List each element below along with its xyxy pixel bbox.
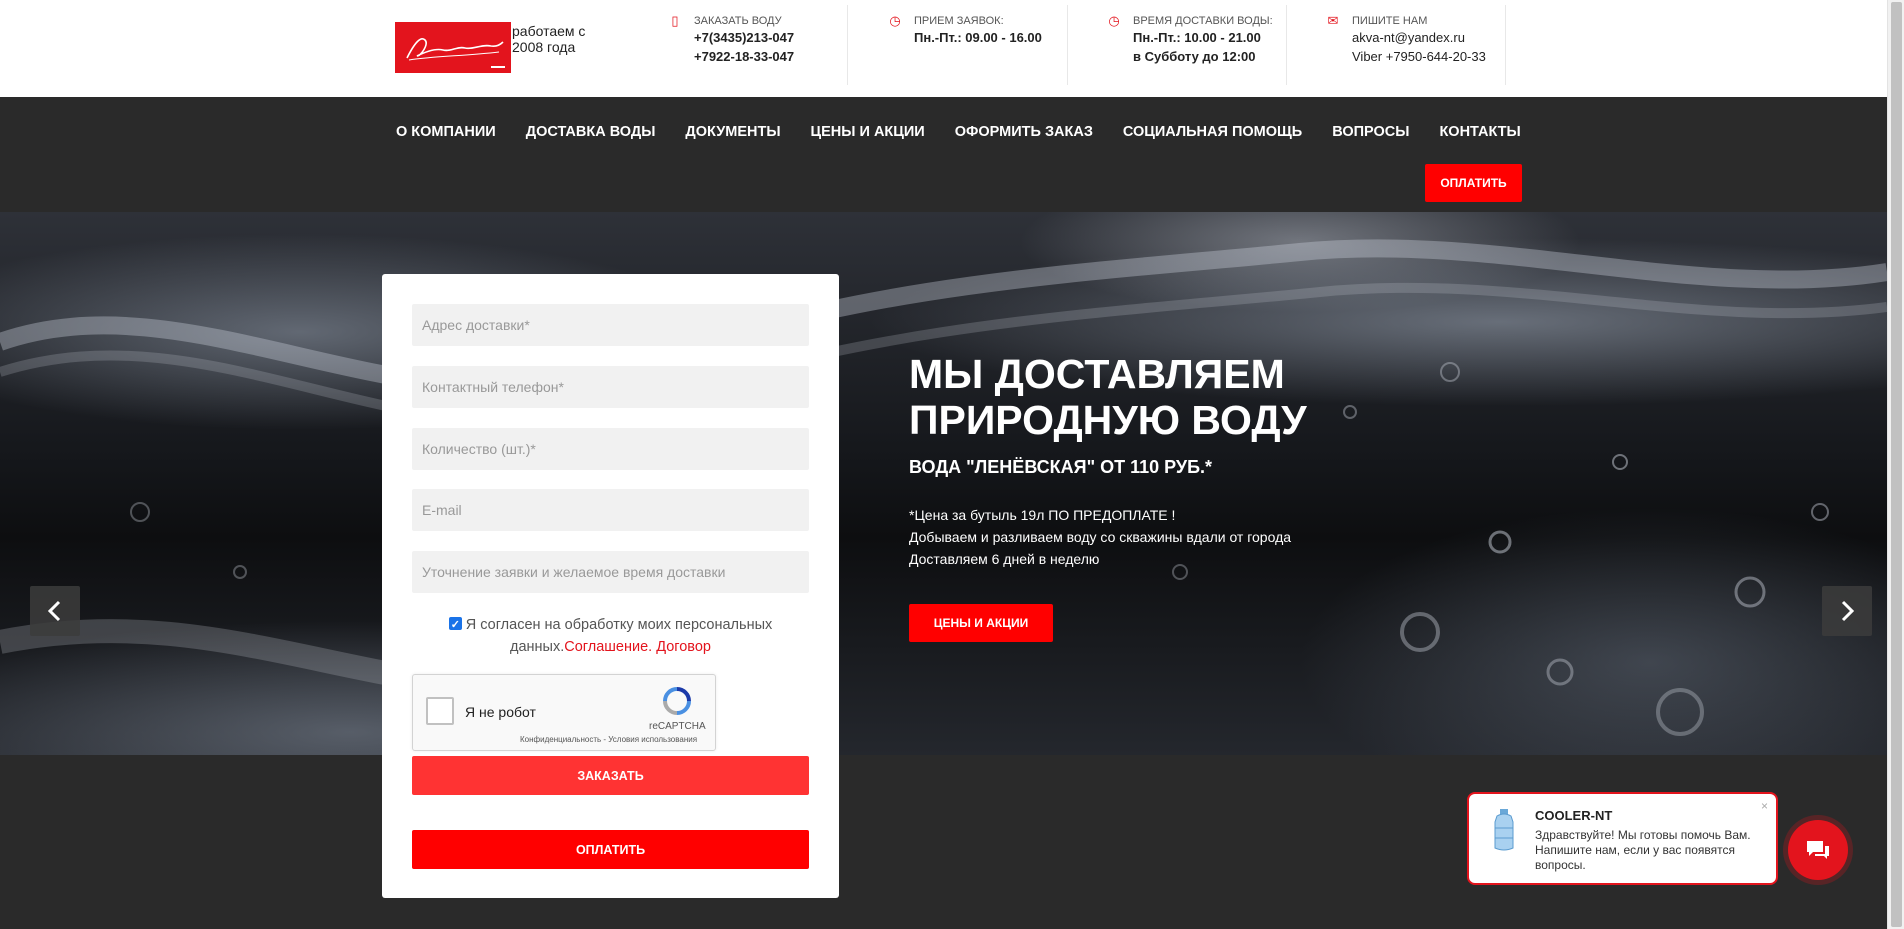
order-button[interactable]: ЗАКАЗАТЬ [412, 756, 809, 795]
delivery-hours-saturday: в Субботу до 12:00 [1133, 49, 1256, 64]
agreement-link[interactable]: Соглашение. [564, 639, 652, 655]
nav-item-documents[interactable]: ДОКУМЕНТЫ [685, 124, 780, 140]
recaptcha-terms[interactable]: Конфиденциальность - Условия использован… [520, 735, 697, 744]
hero-description: *Цена за бутыль 19л ПО ПРЕДОПЛАТЕ ! Добы… [909, 504, 1291, 570]
order-water-label: ЗАКАЗАТЬ ВОДУ [694, 15, 782, 27]
consent-row: Я согласен на обработку моих персональны… [412, 614, 809, 658]
nav-pay-button[interactable]: ОПЛАТИТЬ [1425, 164, 1522, 202]
clock-icon: ◷ [1108, 13, 1120, 28]
recaptcha-label: Я не робот [465, 704, 536, 720]
phone-input[interactable] [412, 366, 809, 408]
order-form: Я согласен на обработку моих персональны… [382, 274, 839, 898]
contact-label: ПИШИТЕ НАМ [1352, 15, 1428, 27]
close-icon[interactable]: × [1761, 799, 1768, 813]
hero-title: МЫ ДОСТАВЛЯЕМ ПРИРОДНУЮ ВОДУ [909, 351, 1307, 443]
scrollbar-thumb[interactable] [1891, 2, 1902, 927]
recaptcha-brand: reCAPTCHA [649, 721, 706, 732]
address-input[interactable] [412, 304, 809, 346]
clock-icon: ◷ [889, 13, 901, 28]
recaptcha-widget: Я не робот reCAPTCHA Конфиденциальность … [412, 674, 716, 751]
brand-logo[interactable] [395, 22, 511, 73]
nav-item-order[interactable]: ОФОРМИТЬ ЗАКАЗ [955, 124, 1093, 140]
phone-icon: ▯ [671, 13, 679, 28]
comment-input[interactable] [412, 551, 809, 593]
hero-line-price: *Цена за бутыль 19л ПО ПРЕДОПЛАТЕ ! [909, 507, 1176, 523]
chat-bubble-icon [1807, 841, 1829, 859]
quantity-input[interactable] [412, 428, 809, 470]
consent-checkbox[interactable] [448, 614, 462, 636]
order-hours-value: Пн.-Пт.: 09.00 - 16.00 [914, 30, 1042, 45]
recaptcha-icon [663, 687, 691, 715]
hero-line-source: Добываем и разливаем воду со скважины вд… [909, 529, 1292, 545]
hero-slider [0, 212, 1887, 755]
header-divider [1286, 5, 1287, 85]
contact-block: ✉ ПИШИТЕ НАМ akva-nt@yandex.ru Viber +795… [1326, 14, 1486, 66]
hero-subtitle: ВОДА "ЛЕНЁВСКАЯ" ОТ 110 РУБ.* [909, 457, 1213, 477]
chevron-right-icon [1841, 600, 1855, 622]
delivery-hours-weekday: Пн.-Пт.: 10.00 - 21.00 [1133, 30, 1261, 45]
prices-button[interactable]: ЦЕНЫ И АКЦИИ [909, 604, 1053, 642]
email-link[interactable]: akva-nt@yandex.ru [1326, 28, 1486, 47]
top-header: работаем с 2008 года ▯ ЗАКАЗАТЬ ВОДУ +7(3… [0, 0, 1887, 97]
nav-item-prices[interactable]: ЦЕНЫ И АКЦИИ [811, 124, 925, 140]
phone-number-1[interactable]: +7(3435)213-047 [668, 28, 794, 47]
recaptcha-checkbox[interactable] [426, 697, 454, 725]
order-hours-block: ◷ ПРИЕМ ЗАЯВОК: Пн.-Пт.: 09.00 - 16.00 [888, 14, 1042, 47]
phone-number-2[interactable]: +7922-18-33-047 [668, 47, 794, 66]
viber-number[interactable]: Viber +7950-644-20-33 [1326, 47, 1486, 66]
chat-open-button[interactable] [1788, 820, 1848, 880]
nav-menu: О КОМПАНИИ ДОСТАВКА ВОДЫ ДОКУМЕНТЫ ЦЕНЫ … [396, 124, 1551, 140]
chat-message: Здравствуйте! Мы готовы помочь Вам. Напи… [1535, 828, 1751, 872]
order-water-block: ▯ ЗАКАЗАТЬ ВОДУ +7(3435)213-047 +7922-18-… [668, 14, 794, 66]
hero-line-schedule: Доставляем 6 дней в неделю [909, 551, 1100, 567]
page: работаем с 2008 года ▯ ЗАКАЗАТЬ ВОДУ +7(3… [0, 0, 1887, 929]
nav-item-delivery[interactable]: ДОСТАВКА ВОДЫ [526, 124, 656, 140]
nav-item-social-help[interactable]: СОЦИАЛЬНАЯ ПОМОЩЬ [1123, 124, 1302, 140]
main-nav: О КОМПАНИИ ДОСТАВКА ВОДЫ ДОКУМЕНТЫ ЦЕНЫ … [0, 97, 1887, 212]
water-background [0, 239, 1887, 736]
header-divider [1067, 5, 1068, 85]
logo-tagline: работаем с 2008 года [512, 23, 586, 55]
email-input[interactable] [412, 489, 809, 531]
contract-link[interactable]: Договор [656, 639, 711, 655]
header-divider [1505, 5, 1506, 85]
nav-item-contacts[interactable]: КОНТАКТЫ [1439, 124, 1520, 140]
water-bottle-icon [1494, 809, 1514, 851]
mail-icon: ✉ [1327, 13, 1339, 28]
nav-item-questions[interactable]: ВОПРОСЫ [1332, 124, 1409, 140]
order-hours-label: ПРИЕМ ЗАЯВОК: [914, 15, 1004, 27]
slider-next-button[interactable] [1822, 586, 1872, 636]
chat-popup[interactable]: × COOLER-NT Здравствуйте! Мы готовы помо… [1467, 792, 1778, 885]
nav-item-about[interactable]: О КОМПАНИИ [396, 124, 496, 140]
header-divider [847, 5, 848, 85]
delivery-hours-label: ВРЕМЯ ДОСТАВКИ ВОДЫ: [1133, 15, 1273, 27]
page-scrollbar[interactable] [1887, 0, 1904, 929]
chat-company-name: COOLER-NT [1535, 808, 1613, 823]
chevron-left-icon [47, 600, 61, 622]
delivery-hours-block: ◷ ВРЕМЯ ДОСТАВКИ ВОДЫ: Пн.-Пт.: 10.00 - 2… [1107, 13, 1273, 66]
slider-prev-button[interactable] [30, 586, 80, 636]
form-pay-button[interactable]: ОПЛАТИТЬ [412, 830, 809, 869]
